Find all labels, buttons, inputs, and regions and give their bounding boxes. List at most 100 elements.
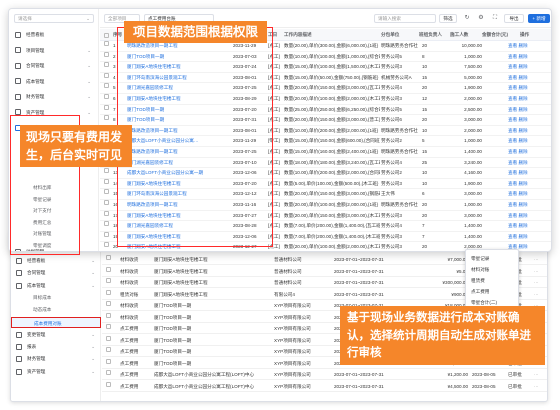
row-actions[interactable]: 查看 删除 [508, 115, 548, 126]
filter-button[interactable]: 筛选 [439, 14, 457, 23]
sidebar-item-cost-reconciliation[interactable]: 成本费用对账 [11, 316, 101, 328]
subcontractor-cell: 劳务公司5 [381, 106, 402, 112]
project-name-cell: 厦门TOD项目一期 [154, 360, 192, 366]
row-actions[interactable]: 查看 删除 [508, 200, 548, 211]
row-actions[interactable]: 查看 删除 [508, 62, 548, 73]
row-actions[interactable]: 查看 删除 [508, 83, 548, 94]
subcontractor-cell: 明珠路劳务合作社 [381, 202, 418, 207]
row-actions[interactable]: 查看 删除 [508, 73, 548, 84]
row-actions[interactable]: 查看 删除 [508, 94, 548, 105]
row-checkbox[interactable] [106, 335, 111, 341]
more-actions-icon[interactable]: ··· [534, 267, 544, 277]
row-actions[interactable]: 查看 删除 [508, 168, 548, 179]
sidebar-item[interactable]: 合同管理 ⌄ [11, 267, 101, 278]
row-checkbox[interactable] [106, 358, 111, 364]
row-checkbox[interactable] [106, 381, 111, 387]
row-checkbox[interactable] [104, 115, 109, 121]
row-actions[interactable]: 查看 删除 [508, 41, 548, 52]
sidebar-item-label: 项目管理 [26, 47, 45, 53]
row-checkbox[interactable] [104, 210, 109, 216]
amount-cell: ¥300,000.00 [442, 280, 468, 285]
sidebar-item[interactable]: 经营看板 [9, 28, 99, 41]
more-actions-icon[interactable]: ··· [534, 370, 544, 380]
row-actions[interactable]: 查看 删除 [508, 105, 548, 116]
dropdown-option[interactable]: 材料对账 [471, 265, 489, 275]
more-actions-icon[interactable]: ··· [534, 278, 544, 288]
row-actions[interactable]: 查看 删除 [508, 179, 548, 190]
description-cell: 数量(7.00),单价(200.00),金额(1,400.00),{木工班} [284, 233, 380, 239]
sidebar-item[interactable]: 变更管理 ⌄ [11, 329, 101, 340]
row-actions[interactable]: 查看 删除 [508, 126, 548, 137]
row-checkbox[interactable] [104, 200, 109, 205]
sidebar-item[interactable]: 资产管理 ⌄ [11, 366, 101, 377]
fullscreen-icon[interactable]: ⛶ [490, 13, 500, 23]
row-checkbox[interactable] [106, 347, 111, 352]
column-header: 金额合计(元) [482, 32, 509, 37]
export-label: 导出 [509, 16, 519, 21]
row-checkbox[interactable] [104, 62, 109, 68]
amount-cell: 1,900.00 [464, 85, 482, 91]
sidebar-item[interactable]: 经营看板 ⌄ [11, 255, 101, 266]
row-checkbox[interactable] [104, 178, 109, 184]
row-actions[interactable]: 查看 删除 [508, 136, 548, 147]
row-checkbox[interactable] [104, 41, 109, 46]
column-header: 分包单位 [381, 32, 400, 37]
row-actions[interactable]: 查看 删除 [508, 221, 548, 232]
add-button[interactable]: + 新增 [528, 14, 550, 23]
row-actions[interactable]: 查看 删除 [508, 232, 548, 243]
sidebar-item[interactable]: 财务管理 ⌄ [11, 353, 101, 364]
row-checkbox[interactable] [104, 231, 109, 237]
row-checkbox[interactable] [104, 189, 109, 195]
dropdown-option[interactable]: 租赁费 [471, 276, 485, 286]
row-actions[interactable]: 查看 删除 [508, 211, 548, 222]
crew-count-cell: 8 [422, 53, 425, 59]
sidebar-item[interactable]: 目标成本 [11, 292, 101, 303]
dropdown-option[interactable]: 点工费用 [471, 287, 489, 297]
row-checkbox[interactable] [106, 289, 111, 295]
row-checkbox[interactable] [106, 255, 111, 260]
type-cell: 材料收货 [120, 303, 139, 308]
more-actions-icon[interactable]: ··· [534, 255, 544, 265]
row-checkbox[interactable] [106, 370, 111, 375]
sidebar-item[interactable]: 合同管理 ⌄ [9, 59, 99, 72]
more-actions-icon[interactable]: ··· [534, 290, 544, 300]
more-actions-icon[interactable]: ··· [534, 382, 544, 392]
row-checkbox[interactable] [104, 94, 109, 99]
row-checkbox[interactable] [104, 104, 109, 110]
sidebar-item[interactable]: 动态成本 [11, 304, 101, 315]
sidebar-item[interactable]: 报表 ⌄ [11, 341, 101, 352]
project-select[interactable]: 请选择 ⌄ [14, 14, 94, 23]
row-checkbox[interactable] [106, 266, 111, 272]
row-checkbox[interactable] [106, 278, 111, 283]
row-checkbox[interactable] [104, 83, 109, 89]
row-checkbox[interactable] [104, 221, 109, 227]
gear-icon[interactable]: ⚙ [476, 13, 486, 23]
row-checkbox[interactable] [106, 324, 111, 329]
sidebar-item-label: 经营看板 [26, 32, 45, 37]
row-actions[interactable]: 查看 删除 [508, 158, 548, 169]
search-input[interactable]: 请输入搜索 [374, 14, 436, 23]
sidebar-item[interactable]: 财务管理 ⌄ [9, 90, 99, 103]
sidebar-item[interactable]: 成本管理 ⌄ [11, 280, 101, 291]
export-button[interactable]: 导出 [504, 14, 524, 23]
subcontractor-cell: 机械劳务公司A [381, 74, 412, 80]
sidebar-item[interactable]: 成本管理 ⌄ [9, 75, 99, 88]
row-actions[interactable]: 查看 删除 [508, 147, 548, 158]
dropdown-option[interactable]: 零星记录 [471, 254, 489, 264]
row-checkbox[interactable] [104, 242, 109, 248]
row-actions[interactable]: 查看 删除 [508, 52, 548, 63]
row-actions[interactable]: 查看 删除 [508, 189, 548, 200]
row-checkbox[interactable] [104, 51, 109, 57]
project-name-cell: 厦门TOD项目一期 [154, 314, 192, 320]
select-all-checkbox[interactable] [104, 32, 109, 38]
subcontractor-cell: 劳务公司3 [381, 244, 402, 250]
row-checkbox[interactable] [104, 168, 109, 174]
row-checkbox[interactable] [106, 301, 111, 306]
refresh-icon[interactable]: ↻ [462, 13, 472, 23]
subcontractor-cell: 劳务公司3 [381, 96, 402, 101]
sidebar-item[interactable]: 项目管理 ⌄ [9, 44, 99, 57]
amount-cell: 3,000.00 [464, 191, 482, 197]
row-checkbox[interactable] [104, 72, 109, 78]
chevron-down-icon: ⌄ [91, 331, 95, 337]
row-checkbox[interactable] [106, 312, 111, 318]
